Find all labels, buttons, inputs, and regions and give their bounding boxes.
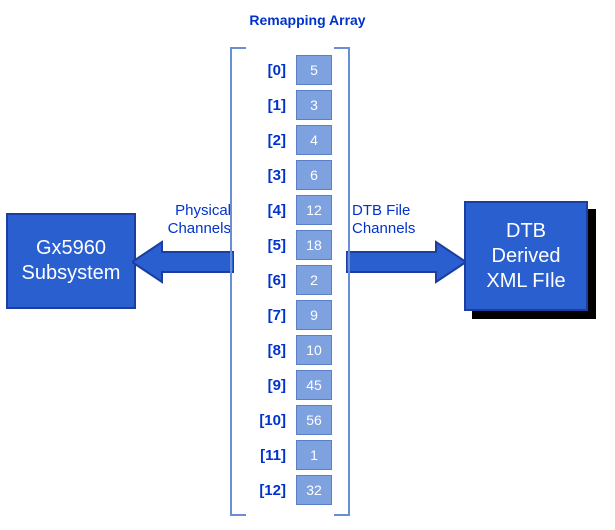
label-dtb-line2: Channels bbox=[352, 220, 415, 237]
array-index: [10] bbox=[236, 412, 296, 429]
array-value: 12 bbox=[296, 195, 332, 225]
array-row: [10] 56 bbox=[236, 405, 344, 435]
array-value: 3 bbox=[296, 90, 332, 120]
array-value: 1 bbox=[296, 440, 332, 470]
array-row: [2] 4 bbox=[236, 125, 344, 155]
array-row: [9] 45 bbox=[236, 370, 344, 400]
array-index: [1] bbox=[236, 97, 296, 114]
array-row: [8] 10 bbox=[236, 335, 344, 365]
array-index: [2] bbox=[236, 132, 296, 149]
arrow-left-icon bbox=[132, 240, 234, 284]
array-index: [9] bbox=[236, 377, 296, 394]
array-value: 6 bbox=[296, 160, 332, 190]
array-value: 45 bbox=[296, 370, 332, 400]
array-row: [7] 9 bbox=[236, 300, 344, 330]
label-dtb-line1: DTB File bbox=[352, 202, 410, 219]
array-index: [5] bbox=[236, 237, 296, 254]
label-physical-line2: Channels bbox=[168, 220, 231, 237]
right-box-line1: DTB bbox=[466, 219, 586, 244]
array-index: [4] bbox=[236, 202, 296, 219]
array-value: 32 bbox=[296, 475, 332, 505]
array-value: 2 bbox=[296, 265, 332, 295]
array-index: [11] bbox=[236, 447, 296, 464]
arrow-right-icon bbox=[346, 240, 466, 284]
array-row: [1] 3 bbox=[236, 90, 344, 120]
array-value: 56 bbox=[296, 405, 332, 435]
array-value: 18 bbox=[296, 230, 332, 260]
array-index: [3] bbox=[236, 167, 296, 184]
array-index: [8] bbox=[236, 342, 296, 359]
right-box-dtb-xml-file: DTB Derived XML FIle bbox=[464, 201, 588, 311]
array-row: [4] 12 bbox=[236, 195, 344, 225]
left-box-line1: Gx5960 bbox=[8, 236, 134, 261]
array-row: [6] 2 bbox=[236, 265, 344, 295]
array-value: 9 bbox=[296, 300, 332, 330]
label-physical-line1: Physical bbox=[175, 202, 231, 219]
array-row: [12] 32 bbox=[236, 475, 344, 505]
array-row: [3] 6 bbox=[236, 160, 344, 190]
diagram-title: Remapping Array bbox=[0, 12, 615, 28]
array-index: [6] bbox=[236, 272, 296, 289]
array-index: [12] bbox=[236, 482, 296, 499]
label-physical-channels: Physical Channels bbox=[161, 202, 231, 238]
array-index: [7] bbox=[236, 307, 296, 324]
left-box-line2: Subsystem bbox=[8, 261, 134, 286]
array-row: [11] 1 bbox=[236, 440, 344, 470]
array-value: 4 bbox=[296, 125, 332, 155]
label-dtb-file-channels: DTB File Channels bbox=[352, 202, 432, 238]
right-box-line2: Derived bbox=[466, 244, 586, 269]
array-value: 10 bbox=[296, 335, 332, 365]
remapping-array: [0] 5 [1] 3 [2] 4 [3] 6 [4] 12 [5] 18 [6… bbox=[236, 55, 344, 510]
left-box-gx5960-subsystem: Gx5960 Subsystem bbox=[6, 213, 136, 309]
right-box-line3: XML FIle bbox=[466, 269, 586, 294]
array-index: [0] bbox=[236, 62, 296, 79]
array-value: 5 bbox=[296, 55, 332, 85]
array-row: [0] 5 bbox=[236, 55, 344, 85]
array-row: [5] 18 bbox=[236, 230, 344, 260]
